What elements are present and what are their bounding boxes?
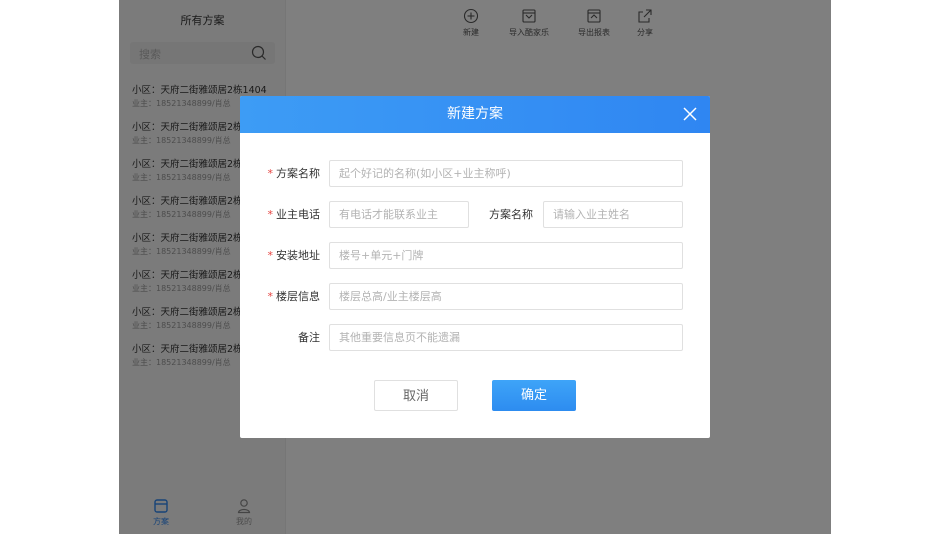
address-input[interactable] — [329, 242, 683, 269]
dialog-header: 新建方案 — [240, 96, 710, 133]
dialog-title: 新建方案 — [447, 106, 503, 122]
plan-name-label: * 方案名称 — [267, 167, 321, 180]
owner-phone-label: * 业主电话 — [267, 208, 321, 221]
required-mark: * — [267, 167, 274, 180]
plan-name-input[interactable] — [329, 160, 683, 187]
floor-input[interactable] — [329, 283, 683, 310]
floor-label: * 楼层信息 — [267, 290, 321, 303]
owner-phone-input[interactable] — [329, 201, 469, 228]
new-plan-dialog: 新建方案 *方案名称 *业主电话 方案名称 *安装地址 *楼层信息 备注 取消 … — [240, 96, 710, 438]
plan-name-row: * 方案名称 — [240, 160, 710, 188]
remark-input[interactable] — [329, 324, 683, 351]
owner-name-input[interactable] — [543, 201, 683, 228]
required-mark: * — [267, 249, 274, 262]
remark-row: 备注 — [240, 324, 710, 352]
confirm-button[interactable]: 确定 — [492, 380, 576, 411]
address-label: * 安装地址 — [267, 249, 321, 262]
remark-label: 备注 — [298, 331, 320, 344]
owner-name-label: 方案名称 — [489, 208, 533, 221]
floor-row: * 楼层信息 — [240, 283, 710, 311]
close-icon[interactable] — [682, 106, 698, 122]
address-row: * 安装地址 — [240, 242, 710, 270]
required-mark: * — [267, 208, 274, 221]
cancel-button[interactable]: 取消 — [374, 380, 458, 411]
owner-row: *业主电话 方案名称 — [240, 201, 710, 229]
required-mark: * — [267, 290, 274, 303]
